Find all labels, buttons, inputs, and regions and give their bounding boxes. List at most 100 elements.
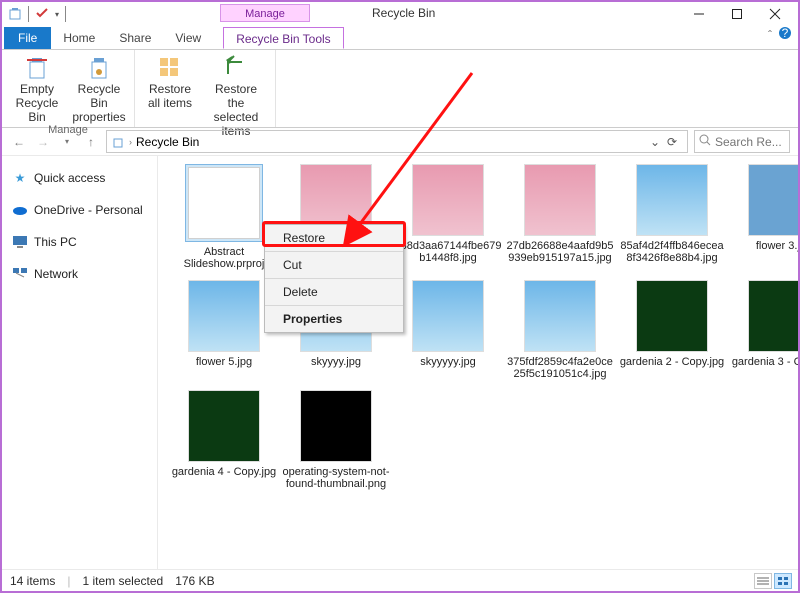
window-title: Recycle Bin [352, 6, 435, 20]
restore-selected-items-button[interactable]: Restore the selected items [205, 54, 267, 138]
thumbnail [412, 280, 484, 352]
separator: | [67, 574, 70, 588]
file-item[interactable]: gardenia 2 - Copy.jpg [618, 280, 726, 380]
address-dropdown-icon[interactable]: ⌄ [647, 135, 663, 149]
file-name-label: 375fdf2859c4fa2e0ce25f5c191051c4.jpg [506, 352, 614, 380]
file-name-label: 588d3aa67144fbe679b1448f8.jpg [394, 236, 502, 264]
thumbnail [524, 164, 596, 236]
minimize-button[interactable] [680, 2, 718, 26]
file-item[interactable]: 85af4d2f4ffb846ecea8f3426f8e88b4.jpg [618, 164, 726, 270]
status-selection-count: 1 item selected [82, 574, 163, 588]
context-menu: Restore Cut Delete Properties [264, 224, 404, 333]
sidebar-item-quick-access[interactable]: ★ Quick access [10, 166, 149, 190]
thumbnail [636, 164, 708, 236]
thumbnail [748, 280, 798, 352]
thumbnail [300, 390, 372, 462]
thumbnail [748, 164, 798, 236]
file-item[interactable]: Abstract Slideshow.prproj [170, 164, 278, 270]
tab-view[interactable]: View [163, 27, 213, 49]
status-bar: 14 items | 1 item selected 176 KB [2, 569, 798, 591]
empty-recycle-bin-button[interactable]: Empty Recycle Bin [10, 54, 64, 124]
breadcrumb-arrow-icon[interactable]: › [129, 137, 132, 147]
tab-home[interactable]: Home [51, 27, 107, 49]
search-icon [699, 134, 711, 149]
qat-dropdown-icon[interactable]: ▾ [55, 10, 59, 19]
context-menu-restore[interactable]: Restore [265, 225, 403, 251]
cloud-icon [12, 202, 28, 218]
search-input[interactable] [715, 135, 785, 149]
search-box[interactable] [694, 130, 790, 153]
address-input[interactable] [136, 135, 643, 149]
star-icon: ★ [12, 170, 28, 186]
file-tab[interactable]: File [4, 27, 51, 49]
file-name-label: Abstract Slideshow.prproj [170, 242, 278, 270]
status-item-count: 14 items [10, 574, 55, 588]
file-name-label: skyyyy.jpg [282, 352, 390, 368]
file-item[interactable]: skyyyyy.jpg [394, 280, 502, 380]
thumbnail [524, 280, 596, 352]
sidebar-item-label: Quick access [34, 171, 105, 185]
contextual-tab-manage: Manage [220, 4, 310, 22]
thumbnail [188, 167, 260, 239]
refresh-icon[interactable]: ⟳ [667, 135, 683, 149]
file-item[interactable]: flower 5.jpg [170, 280, 278, 380]
up-button[interactable]: ↑ [82, 133, 100, 151]
context-menu-delete[interactable]: Delete [265, 278, 403, 305]
qat-check-icon[interactable] [35, 6, 49, 23]
close-button[interactable] [756, 2, 794, 26]
recycle-bin-icon [8, 6, 22, 23]
sidebar-item-onedrive[interactable]: OneDrive - Personal [10, 198, 149, 222]
button-label: Restore all items [143, 82, 197, 110]
file-item[interactable]: operating-system-not-found-thumbnail.png [282, 390, 390, 490]
file-name-label: operating-system-not-found-thumbnail.png [282, 462, 390, 490]
forward-button[interactable]: → [34, 133, 52, 151]
thumbnail [636, 280, 708, 352]
file-item[interactable]: 27db26688e4aafd9b5939eb915197a15.jpg [506, 164, 614, 270]
view-thumbnails-button[interactable] [774, 573, 792, 589]
sidebar-item-this-pc[interactable]: This PC [10, 230, 149, 254]
file-name-label: gardenia 2 - Copy.jpg [618, 352, 726, 368]
sidebar-item-label: This PC [34, 235, 77, 249]
context-menu-properties[interactable]: Properties [265, 305, 403, 332]
thumbnail [412, 164, 484, 236]
restore-all-items-button[interactable]: Restore all items [143, 54, 197, 138]
view-details-button[interactable] [754, 573, 772, 589]
file-item[interactable]: gardenia 3 - Copy.jpg [730, 280, 798, 380]
collapse-ribbon-icon[interactable]: ˆ [768, 28, 772, 42]
file-name-label: gardenia 3 - Copy.jpg [730, 352, 798, 368]
file-name-label: 27db26688e4aafd9b5939eb915197a15.jpg [506, 236, 614, 264]
back-button[interactable]: ← [10, 133, 28, 151]
file-item[interactable]: flower 3.jpg [730, 164, 798, 270]
separator [65, 6, 66, 22]
pc-icon [12, 234, 28, 250]
file-item[interactable]: gardenia 4 - Copy.jpg [170, 390, 278, 490]
file-item[interactable]: 588d3aa67144fbe679b1448f8.jpg [394, 164, 502, 270]
file-name-label: gardenia 4 - Copy.jpg [170, 462, 278, 478]
help-icon[interactable]: ? [778, 26, 792, 43]
file-list-pane[interactable]: Abstract Slideshow.prproj 588d3aa67144fbe… [158, 156, 798, 569]
file-name-label: 85af4d2f4ffb846ecea8f3426f8e88b4.jpg [618, 236, 726, 264]
button-label: Recycle Bin properties [72, 82, 126, 124]
sidebar-item-label: OneDrive - Personal [34, 203, 143, 217]
svg-text:?: ? [782, 26, 789, 40]
recent-locations-dropdown[interactable]: ▾ [58, 133, 76, 151]
file-item[interactable]: 375fdf2859c4fa2e0ce25f5c191051c4.jpg [506, 280, 614, 380]
sidebar-item-label: Network [34, 267, 78, 281]
separator [28, 6, 29, 22]
network-icon [12, 266, 28, 282]
recycle-bin-icon [111, 135, 125, 149]
address-bar[interactable]: › ⌄ ⟳ [106, 130, 688, 153]
recycle-bin-properties-button[interactable]: Recycle Bin properties [72, 54, 126, 124]
tab-share[interactable]: Share [107, 27, 163, 49]
context-menu-cut[interactable]: Cut [265, 251, 403, 278]
thumbnail [188, 390, 260, 462]
status-selection-size: 176 KB [175, 574, 214, 588]
file-name-label: flower 5.jpg [170, 352, 278, 368]
tab-recycle-bin-tools[interactable]: Recycle Bin Tools [223, 27, 344, 49]
file-name-label: skyyyyy.jpg [394, 352, 502, 368]
button-label: Empty Recycle Bin [10, 82, 64, 124]
maximize-button[interactable] [718, 2, 756, 26]
file-name-label: flower 3.jpg [730, 236, 798, 252]
navigation-pane: ★ Quick access OneDrive - Personal This … [2, 156, 158, 569]
sidebar-item-network[interactable]: Network [10, 262, 149, 286]
